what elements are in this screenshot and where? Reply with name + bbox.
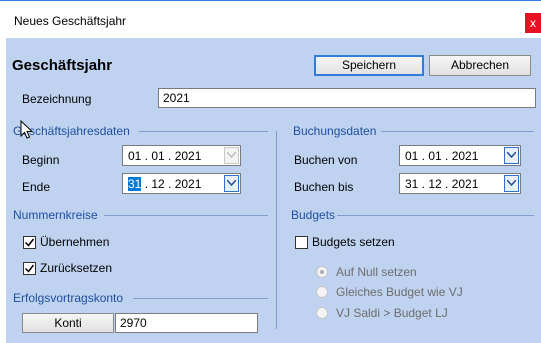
cancel-button[interactable]: Abbrechen (429, 55, 531, 76)
ende-day-selected[interactable]: 31 (128, 177, 142, 191)
uebernehmen-checkbox[interactable] (23, 236, 36, 249)
buchen-bis-label: Buchen bis (294, 180, 354, 194)
nummernkreise-group-title: Nummernkreise (13, 208, 98, 222)
title-bar: Neues Geschäftsjahr x (0, 0, 541, 38)
ende-calendar-dropdown[interactable] (224, 175, 239, 192)
radio-gleiches-budget[interactable] (316, 286, 328, 298)
erfolgsvortragskonto-group-title: Erfolgsvortragskonto (13, 291, 124, 305)
group-divider (104, 215, 268, 216)
buchen-bis-date-value: 31 . 12 . 2021 (405, 177, 479, 191)
checkmark-icon (24, 264, 35, 273)
buchen-von-label: Buchen von (294, 153, 358, 167)
beginn-label: Beginn (22, 153, 60, 167)
group-divider (381, 131, 534, 132)
budgets-setzen-checkbox[interactable] (295, 236, 308, 249)
ende-label: Ende (22, 180, 51, 194)
uebernehmen-label[interactable]: Übernehmen (40, 235, 109, 249)
buchen-von-calendar-dropdown[interactable] (504, 147, 519, 164)
group-divider (337, 215, 534, 216)
radio-selected-dot (320, 270, 324, 274)
zuruecksetzen-checkbox[interactable] (23, 262, 36, 275)
window-title: Neues Geschäftsjahr (14, 14, 127, 28)
radio-vj-saldi[interactable] (316, 307, 328, 319)
beginn-date-field[interactable]: 01 . 01 . 2021 (122, 145, 241, 166)
bezeichnung-input[interactable]: 2021 (158, 88, 536, 108)
erfolgsvortragskonto-input[interactable]: 2970 (115, 313, 258, 333)
page-title: Geschäftsjahr (12, 57, 113, 74)
ende-date-rest: . 12 . 2021 (141, 177, 202, 191)
checkmark-icon (24, 238, 35, 247)
mouse-cursor-icon (20, 120, 34, 139)
buchen-bis-calendar-dropdown[interactable] (504, 175, 519, 192)
chevron-down-icon (507, 152, 516, 158)
ende-date-field[interactable]: 31 . 12 . 2021 (122, 173, 241, 194)
bezeichnung-label: Bezeichnung (22, 92, 92, 106)
chevron-down-icon (227, 180, 236, 186)
konti-button[interactable]: Konti (22, 313, 114, 333)
buchen-von-date-value: 01 . 01 . 2021 (405, 149, 479, 163)
group-divider (133, 298, 268, 299)
vertical-divider (276, 131, 277, 329)
chevron-down-icon (507, 180, 516, 186)
close-button[interactable]: x (525, 13, 541, 33)
buchen-von-date-field[interactable]: 01 . 01 . 2021 (399, 145, 521, 166)
buchungsdaten-group-title: Buchungsdaten (293, 124, 377, 138)
beginn-calendar-dropdown[interactable] (224, 147, 239, 164)
budgets-group-title: Budgets (291, 208, 336, 222)
buchen-bis-date-field[interactable]: 31 . 12 . 2021 (399, 173, 521, 194)
budgets-setzen-label[interactable]: Budgets setzen (312, 235, 395, 249)
chevron-down-icon (227, 152, 236, 158)
radio-auf-null-label[interactable]: Auf Null setzen (336, 265, 417, 279)
radio-vj-saldi-label[interactable]: VJ Saldi > Budget LJ (336, 306, 448, 320)
radio-gleiches-budget-label[interactable]: Gleiches Budget wie VJ (336, 285, 463, 299)
dialog-body: Geschäftsjahr Speichern Abbrechen Bezeic… (6, 38, 541, 343)
beginn-date-value: 01 . 01 . 2021 (128, 149, 202, 163)
radio-auf-null[interactable] (316, 266, 328, 278)
zuruecksetzen-label[interactable]: Zurücksetzen (40, 261, 112, 275)
group-divider (139, 131, 268, 132)
save-button[interactable]: Speichern (314, 55, 424, 76)
